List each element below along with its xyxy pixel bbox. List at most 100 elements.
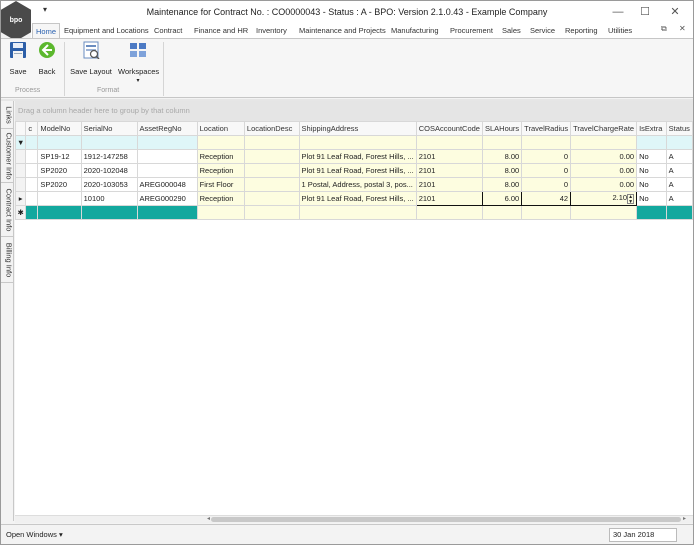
new-cell[interactable] <box>25 205 39 220</box>
filter-icon[interactable]: ▼ <box>14 135 27 150</box>
column-header-c[interactable]: c <box>25 121 39 136</box>
cell-locationdesc[interactable] <box>243 149 300 164</box>
cell-shippingaddress[interactable]: 1 Postal, Address, postal 3, pos... <box>298 177 417 192</box>
cell-assetregno[interactable]: AREG000048 <box>136 177 198 192</box>
scrollbar-thumb[interactable] <box>211 517 681 522</box>
new-cell[interactable] <box>196 205 245 220</box>
filter-cell[interactable] <box>636 135 667 150</box>
cell-modelno[interactable] <box>37 191 82 206</box>
date-field[interactable]: 30 Jan 2018 <box>609 528 677 542</box>
cell-travelradius[interactable]: 0 <box>521 163 572 178</box>
cell-slahours[interactable]: 8.00 <box>481 177 523 192</box>
tab-maintenance-and-projects[interactable]: Maintenance and Projects <box>296 23 389 38</box>
cell-slahours[interactable]: 8.00 <box>481 149 523 164</box>
cell-c[interactable] <box>25 191 39 206</box>
filter-cell[interactable] <box>136 135 198 150</box>
column-header-status[interactable]: Status <box>665 121 694 136</box>
save-layout-button[interactable]: Save Layout <box>70 41 112 76</box>
column-header-shippingaddress[interactable]: ShippingAddress <box>298 121 417 136</box>
filter-cell[interactable] <box>570 135 638 150</box>
cell-modelno[interactable]: SP19-12 <box>37 149 82 164</box>
cell-isextra[interactable]: No <box>636 163 667 178</box>
table-row[interactable]: SP2020 2020-102048 Reception Plot 91 Lea… <box>14 163 694 178</box>
row-indicator-current[interactable]: ▸ <box>14 191 27 206</box>
open-windows-button[interactable]: Open Windows ▾ <box>6 530 63 539</box>
new-cell[interactable] <box>243 205 300 220</box>
cell-serialno[interactable]: 1912-147258 <box>80 149 138 164</box>
cell-shippingaddress[interactable]: Plot 91 Leaf Road, Forest Hills, ... <box>298 191 417 206</box>
tab-contract[interactable]: Contract <box>151 23 185 38</box>
new-row[interactable]: ✱ <box>14 205 694 220</box>
tab-finance-and-hr[interactable]: Finance and HR <box>191 23 251 38</box>
scroll-left-icon[interactable]: ◂ <box>207 515 210 522</box>
cell-travelradius[interactable]: 0 <box>521 149 572 164</box>
table-row-selected[interactable]: ▸ 10100 AREG000290 Reception Plot 91 Lea… <box>14 191 694 206</box>
cell-assetregno[interactable] <box>136 163 198 178</box>
column-header-locationdesc[interactable]: LocationDesc <box>243 121 300 136</box>
cell-locationdesc[interactable] <box>243 163 300 178</box>
cell-travelchargerate-editor[interactable]: ▲ ▼ 2.10 <box>570 191 638 206</box>
cell-shippingaddress[interactable]: Plot 91 Leaf Road, Forest Hills, ... <box>298 149 417 164</box>
tab-sales[interactable]: Sales <box>499 23 524 38</box>
tab-home[interactable]: Home <box>32 23 61 38</box>
close-button[interactable]: ✕ <box>665 4 685 20</box>
cell-location[interactable]: Reception <box>196 149 245 164</box>
cell-status[interactable]: A <box>665 177 694 192</box>
column-header-modelno[interactable]: ModelNo <box>37 121 82 136</box>
new-cell[interactable] <box>570 205 638 220</box>
column-header-isextra[interactable]: IsExtra <box>636 121 667 136</box>
table-row[interactable]: SP2020 2020-103053 AREG000048 First Floo… <box>14 177 694 192</box>
new-cell[interactable] <box>37 205 82 220</box>
side-tab-billing-info[interactable]: Billing Info <box>1 237 14 283</box>
spin-buttons[interactable]: ▲ ▼ <box>627 194 635 204</box>
cell-assetregno[interactable] <box>136 149 198 164</box>
scroll-right-icon[interactable]: ▸ <box>683 515 686 522</box>
travel-charge-rate-value[interactable]: 2.10 <box>612 193 627 202</box>
minimize-button[interactable]: — <box>608 4 628 20</box>
cell-status[interactable]: A <box>665 149 694 164</box>
workspaces-button[interactable]: Workspaces ▾ <box>118 41 159 84</box>
filter-cell[interactable] <box>80 135 138 150</box>
new-cell[interactable] <box>665 205 694 220</box>
new-cell[interactable] <box>521 205 572 220</box>
filter-cell[interactable] <box>196 135 245 150</box>
cell-location[interactable]: First Floor <box>196 177 245 192</box>
side-tab-links[interactable]: Links <box>1 101 14 129</box>
cell-modelno[interactable]: SP2020 <box>37 163 82 178</box>
row-indicator[interactable] <box>14 163 27 178</box>
tab-inventory[interactable]: Inventory <box>253 23 290 38</box>
column-header-serialno[interactable]: SerialNo <box>80 121 138 136</box>
row-indicator[interactable] <box>14 177 27 192</box>
cell-c[interactable] <box>25 163 39 178</box>
new-cell[interactable] <box>415 205 483 220</box>
new-row-indicator[interactable]: ✱ <box>14 205 27 220</box>
cell-c[interactable] <box>25 149 39 164</box>
maximize-button[interactable]: ☐ <box>635 4 655 20</box>
column-header-travelchargerate[interactable]: TravelChargeRate <box>570 121 638 136</box>
horizontal-scrollbar[interactable]: ◂ ▸ <box>15 515 693 523</box>
save-button[interactable]: Save <box>7 41 29 76</box>
cell-travelradius[interactable]: 42 <box>521 191 572 206</box>
cell-status[interactable]: A <box>665 163 694 178</box>
filter-cell[interactable] <box>665 135 694 150</box>
ribbon-close-icon[interactable]: ✕ <box>679 24 686 33</box>
table-row[interactable]: SP19-12 1912-147258 Reception Plot 91 Le… <box>14 149 694 164</box>
cell-travelradius[interactable]: 0 <box>521 177 572 192</box>
cell-location[interactable]: Reception <box>196 163 245 178</box>
column-header-assetregno[interactable]: AssetRegNo <box>136 121 198 136</box>
filter-cell[interactable] <box>481 135 523 150</box>
cell-serialno[interactable]: 10100 <box>80 191 138 206</box>
side-tab-customer-info[interactable]: Customer Info <box>1 129 14 183</box>
filter-cell[interactable] <box>243 135 300 150</box>
cell-travelchargerate[interactable]: 0.00 <box>570 177 638 192</box>
tab-utilities[interactable]: Utilities <box>605 23 635 38</box>
filter-cell[interactable] <box>37 135 82 150</box>
tab-reporting[interactable]: Reporting <box>562 23 601 38</box>
cell-cosaccountcode[interactable]: 2101 <box>415 177 483 192</box>
cell-modelno[interactable]: SP2020 <box>37 177 82 192</box>
column-header-location[interactable]: Location <box>196 121 245 136</box>
row-indicator[interactable] <box>14 149 27 164</box>
cell-cosaccountcode[interactable]: 2101 <box>415 163 483 178</box>
column-header-cosaccountcode[interactable]: COSAccountCode <box>415 121 483 136</box>
group-by-panel[interactable]: Drag a column header here to group by th… <box>15 101 693 121</box>
